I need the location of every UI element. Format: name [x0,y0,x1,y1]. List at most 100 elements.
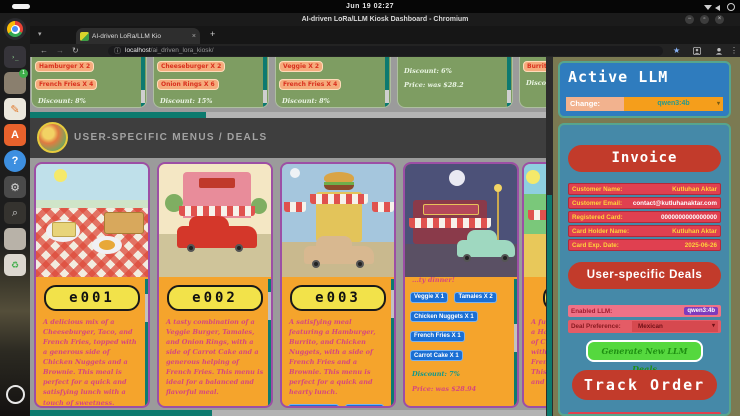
back-icon[interactable]: ← [40,44,48,57]
menu-item-badge: Cheeseburger X 2 [157,61,226,72]
font-app-dock-icon[interactable]: A [4,124,26,146]
menu-card: Veggie X 2French Fries X 4 Discount: 8% … [276,57,390,107]
site-info-icon[interactable]: ⓘ [114,46,121,56]
invoice-field-row: Customer Email: contact@kutluhanaktar.co… [568,197,721,209]
window-title-bar: AI-driven LoRa/LLM Kiosk Dashboard - Chr… [30,13,740,26]
deal-item-badge: Chicken Nuggets X 1 [410,311,478,323]
user-specific-deals-button[interactable]: User-specific Deals [568,262,721,289]
deal-preference-value: Mexican [638,323,663,330]
close-icon[interactable]: × [715,15,724,24]
show-apps-icon[interactable] [6,385,25,404]
address-bar[interactable]: ⓘ localhost/ai_driven_lora_kiosk/ [108,45,663,56]
invoice-field-row: Customer Name: Kutluhan Aktar [568,183,721,195]
app-grey-dock-icon[interactable] [4,228,26,250]
chevron-down-icon: ▾ [716,101,720,107]
help-dock-icon[interactable]: ? [4,150,26,172]
deal-image-picnic [36,164,148,277]
menu-price: Price: was $28.2 [404,81,464,89]
text-editor-dock-icon[interactable]: ✎ [4,98,26,120]
dock: ›_ 1 ✎ A ? ⚙ ⌕ ♻ [0,13,30,416]
enabled-llm-label: Enabled LLM: [571,307,613,315]
invoice-field-row: Card Exp. Date: 2025-06-26 [568,239,721,251]
forward-icon[interactable]: → [56,44,64,57]
deal-card-e002: e002 A tasty combination of a Veggie Bur… [157,162,273,408]
deal-preference-select[interactable]: Mexican ▾ [632,321,718,332]
deal-card-4: ...ty dinner! Veggie X 1 Tamales X 2 Chi… [403,162,519,408]
deal-image-diner-car [159,164,271,277]
tab-strip: ▾ AI-driven LoRa/LLM Kio × + [30,26,740,44]
reload-icon[interactable]: ↻ [72,44,79,57]
tab-active[interactable]: AI-driven LoRa/LLM Kio × [76,28,200,44]
deal-item-badge: Tamales X 2 [454,291,497,303]
deal-description: A fun e a Hamb of Chic with a g French T… [531,318,546,387]
deal-card-scroll-thumb[interactable] [268,292,271,320]
page-vscrollbar[interactable] [546,57,553,416]
browser-menu-icon[interactable]: ⋮ [730,44,738,57]
browser-avatar-icon[interactable] [715,47,723,55]
chromium-dock-icon[interactable] [4,18,26,40]
field-value: 2025-06-26 [684,241,717,249]
deal-id-pill: e002 [167,285,263,311]
bookmark-star-icon[interactable]: ★ [673,44,680,57]
deal-card-e001: e001 A delicious mix of a Cheeseburger, … [34,162,150,408]
menu-card-scroll-thumb [385,90,389,103]
side-panel-profile-icon[interactable] [693,46,701,55]
field-label: Customer Email: [572,199,623,207]
menu-card: Hamburger X 2 French Fries X 4 Discount: … [32,57,146,107]
power-icon[interactable] [727,3,735,11]
system-clock[interactable]: Jun 19 02:27 [0,0,740,13]
new-tab-icon[interactable]: + [210,29,215,39]
active-llm-title: Active LLM [568,68,669,86]
deals-hscrollbar[interactable] [30,410,546,416]
invoice-field-row: Registered Card: 0000000000000000 [568,211,721,223]
tab-favicon-icon [80,31,89,41]
track-order-button[interactable]: Track Order [572,370,717,400]
invoice-card: Invoice Customer Name: Kutluhan Aktar Cu… [558,123,731,416]
generate-deals-button[interactable]: Generate New LLM Deals [586,340,703,374]
maximize-icon[interactable]: ▫ [700,15,709,24]
deal-description: A satisfying meal featuring a Hamburger,… [289,318,376,397]
minimize-icon[interactable]: − [685,15,694,24]
deal-item-badge: Veggie X 1 [410,291,449,303]
deal-image-night-diner [405,164,517,277]
field-label: Customer Name: [572,185,623,193]
deals-hscroll-thumb[interactable] [30,410,212,416]
deal-card-e003: e003 A satisfying meal featuring a Hambu… [280,162,396,408]
desktop-screen: Jun 19 02:27 ›_ 1 ✎ A ? ⚙ ⌕ ♻ AI-driven … [0,0,740,416]
menu-discount: Discount: 6% [404,67,452,75]
right-panel: Active LLM Change: qwen3:4b ▾ Invoice Cu… [553,57,740,416]
field-value: Kutluhan Aktar [672,227,717,235]
menu-card-scroll-thumb [263,90,267,103]
tab-close-icon[interactable]: × [192,33,196,40]
menu-item-badge: Burrito X [523,61,546,72]
menu-discount: Discount: 15% [160,97,213,105]
page-vscroll-thumb[interactable] [547,195,552,416]
network-icon[interactable] [704,3,712,11]
deal-card-scroll-thumb[interactable] [145,294,148,322]
trash-dock-icon[interactable]: ♻ [4,254,26,276]
menu-item-badge: Veggie X 2 [279,61,324,72]
menu-discount: Discount: 8% [38,97,86,105]
deal-item-badge: French Fries X 1 [410,330,465,342]
deal-card-scroll-thumb[interactable] [391,290,394,318]
files-dock-icon[interactable]: 1 [4,69,28,94]
volume-icon[interactable] [715,4,723,12]
tab-search-icon[interactable]: ▾ [38,30,42,38]
invoice-button[interactable]: Invoice [568,145,721,172]
disk-utility-dock-icon[interactable]: ⌕ [4,202,26,224]
deal-preference-label: Deal Preference: [571,323,621,330]
llm-select[interactable]: qwen3:4b ▾ [624,97,723,111]
enabled-llm-row: Enabled LLM: qwen3:4b [568,305,721,317]
deal-image-burger-stand [282,164,394,277]
top-menus-section: Hamburger X 2 French Fries X 4 Discount: … [30,57,546,118]
active-llm-card: Active LLM Change: qwen3:4b ▾ [558,61,731,118]
settings-dock-icon[interactable]: ⚙ [4,176,26,198]
deal-description: A delicious mix of a Cheeseburger, Taco,… [43,318,137,407]
terminal-dock-icon[interactable]: ›_ [4,46,26,68]
deal-item-badge: Hamburger X 1 [288,404,339,406]
menu-discount: Discount: 8% [282,97,330,105]
field-label: Card Exp. Date: [572,241,619,249]
menu-item-badge: French Fries X 4 [35,79,98,90]
deal-discount: Discount: 7% [412,370,460,379]
deal-card-scroll-thumb[interactable] [514,324,517,352]
